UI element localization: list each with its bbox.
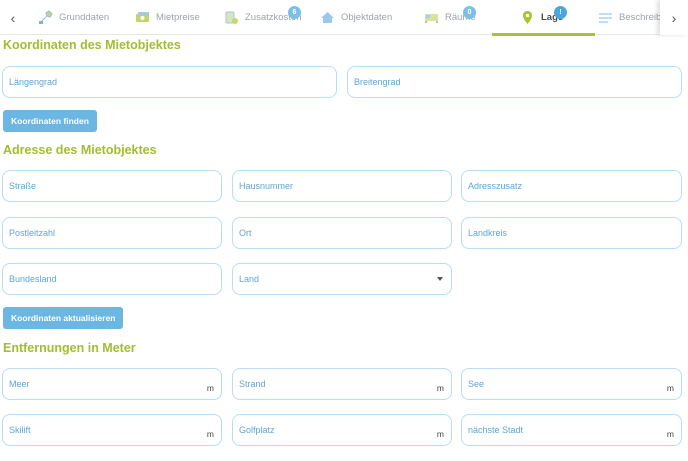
city-label: Ort bbox=[239, 228, 252, 238]
tab-grunddaten[interactable]: Grunddaten bbox=[38, 0, 109, 35]
house-number-field[interactable]: Hausnummer bbox=[232, 170, 452, 202]
house-icon bbox=[320, 10, 335, 25]
address-section-title: Adresse des Mietobjektes bbox=[3, 143, 157, 157]
unit-label: m bbox=[206, 383, 214, 393]
lake-distance-field[interactable]: See m bbox=[461, 368, 682, 400]
sea-label: Meer bbox=[9, 379, 30, 389]
coins-icon bbox=[224, 10, 239, 25]
wrench-icon bbox=[38, 10, 53, 25]
postal-code-field[interactable]: Postleitzahl bbox=[2, 217, 222, 249]
longitude-field[interactable]: Längengrad bbox=[2, 66, 337, 98]
golf-course-label: Golfplatz bbox=[239, 425, 275, 435]
lake-label: See bbox=[468, 379, 485, 389]
unit-label: m bbox=[666, 383, 674, 393]
find-coordinates-button[interactable]: Koordinaten finden bbox=[3, 110, 97, 132]
tab-label: Mietpreise bbox=[156, 12, 200, 23]
bed-icon bbox=[424, 10, 439, 25]
tab-beschreibung[interactable]: Beschreibu bbox=[598, 0, 667, 35]
unit-label: m bbox=[436, 429, 444, 439]
address-suffix-field[interactable]: Adresszusatz bbox=[461, 170, 682, 202]
coordinates-section-title: Koordinaten des Mietobjektes bbox=[3, 38, 181, 52]
beach-label: Strand bbox=[239, 379, 266, 389]
country-select[interactable]: Land bbox=[232, 263, 452, 295]
text-lines-icon bbox=[598, 10, 613, 25]
tab-badge-lage: ! bbox=[554, 6, 567, 19]
money-icon bbox=[135, 10, 150, 25]
street-field[interactable]: Straße bbox=[2, 170, 222, 202]
tab-badge-zusatzkosten: 6 bbox=[288, 6, 301, 19]
latitude-field[interactable]: Breitengrad bbox=[347, 66, 682, 98]
street-label: Straße bbox=[9, 181, 37, 191]
sea-distance-field[interactable]: Meer m bbox=[2, 368, 222, 400]
scroll-left-chevron-icon[interactable]: ‹ bbox=[0, 0, 26, 35]
ski-lift-label: Skilift bbox=[9, 425, 31, 435]
tab-objektdaten[interactable]: Objektdaten bbox=[320, 0, 392, 35]
distances-section-title: Entfernungen in Meter bbox=[3, 341, 136, 355]
state-label: Bundesland bbox=[9, 274, 57, 284]
country-label: Land bbox=[239, 274, 260, 284]
location-pin-icon bbox=[520, 10, 535, 25]
state-field[interactable]: Bundesland bbox=[2, 263, 222, 295]
ski-lift-distance-field[interactable]: Skilift m bbox=[2, 414, 222, 446]
tab-label: Grunddaten bbox=[59, 12, 110, 23]
nearest-city-label: nächste Stadt bbox=[468, 425, 524, 435]
tab-bar: ‹ Grunddaten Mietpreise Zusatzkosten 6 O… bbox=[0, 0, 688, 36]
update-coordinates-button[interactable]: Koordinaten aktualisieren bbox=[3, 307, 124, 329]
dropdown-arrow-icon bbox=[437, 277, 443, 281]
tab-mietpreise[interactable]: Mietpreise bbox=[135, 0, 200, 35]
district-label: Landkreis bbox=[468, 228, 508, 238]
tab-badge-raeume: 0 bbox=[463, 6, 476, 19]
unit-label: m bbox=[436, 383, 444, 393]
tab-label: Objektdaten bbox=[341, 12, 393, 23]
city-field[interactable]: Ort bbox=[232, 217, 452, 249]
house-number-label: Hausnummer bbox=[239, 181, 294, 191]
beach-distance-field[interactable]: Strand m bbox=[232, 368, 452, 400]
district-field[interactable]: Landkreis bbox=[461, 217, 682, 249]
scroll-right-chevron-icon[interactable]: › bbox=[660, 0, 688, 35]
latitude-label: Breitengrad bbox=[354, 77, 401, 87]
postal-code-label: Postleitzahl bbox=[9, 228, 56, 238]
longitude-label: Längengrad bbox=[9, 77, 58, 87]
address-suffix-label: Adresszusatz bbox=[468, 181, 523, 191]
unit-label: m bbox=[666, 429, 674, 439]
unit-label: m bbox=[206, 429, 214, 439]
nearest-city-distance-field[interactable]: nächste Stadt m bbox=[461, 414, 682, 446]
golf-course-distance-field[interactable]: Golfplatz m bbox=[232, 414, 452, 446]
